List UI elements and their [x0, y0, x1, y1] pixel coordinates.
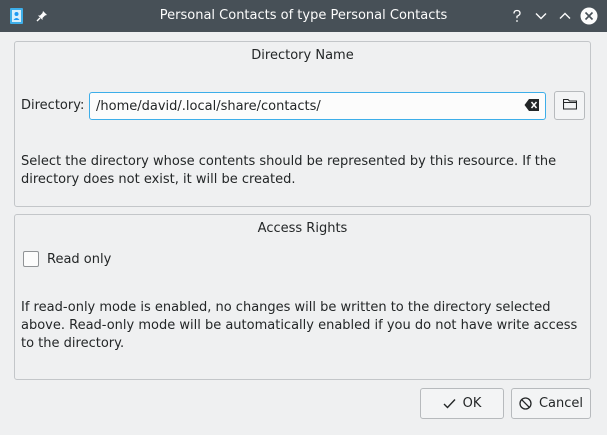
access-rights-group: Access Rights Read only If read-only mod… [14, 214, 591, 380]
cancel-icon [519, 397, 532, 410]
title-bar: Personal Contacts of type Personal Conta… [0, 0, 607, 32]
directory-input[interactable] [89, 92, 546, 120]
cancel-label: Cancel [538, 396, 584, 411]
clear-text-icon[interactable] [524, 98, 540, 114]
read-only-label[interactable]: Read only [47, 252, 111, 267]
ok-label: OK [462, 396, 482, 411]
access-group-title: Access Rights [257, 221, 348, 236]
directory-name-group: Directory Name Directory: Select the dir… [14, 41, 591, 207]
minimize-icon[interactable] [532, 0, 550, 32]
access-description: If read-only mode is enabled, no changes… [21, 300, 578, 351]
directory-label: Directory: [21, 98, 85, 113]
read-only-option[interactable]: Read only [23, 251, 111, 267]
folder-icon [562, 98, 577, 114]
maximize-icon[interactable] [556, 0, 574, 32]
browse-folder-button[interactable] [554, 91, 585, 120]
directory-description: Select the directory whose contents shou… [21, 154, 557, 187]
read-only-checkbox[interactable] [23, 251, 39, 267]
close-icon[interactable] [579, 0, 599, 32]
ok-button[interactable]: OK [420, 388, 504, 419]
help-icon[interactable] [508, 0, 526, 32]
checkmark-icon [443, 399, 456, 409]
cancel-button[interactable]: Cancel [511, 388, 591, 419]
directory-group-title: Directory Name [251, 48, 354, 63]
